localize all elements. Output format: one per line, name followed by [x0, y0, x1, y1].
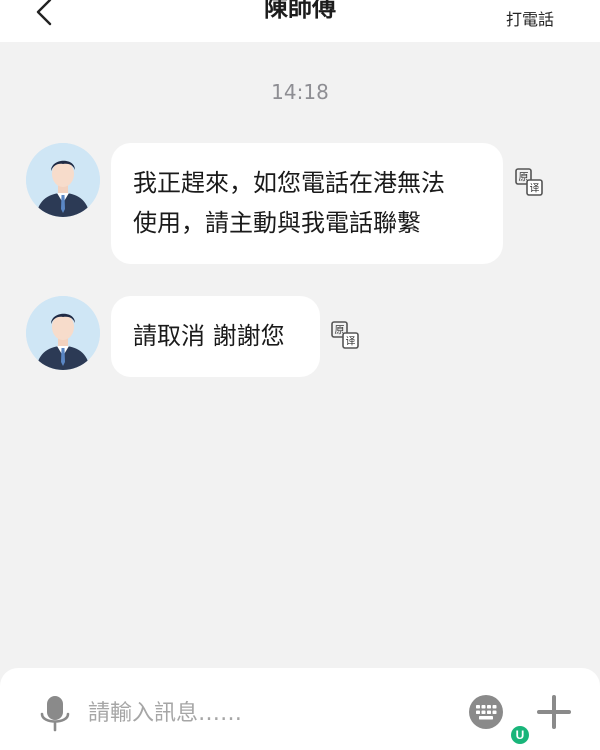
avatar[interactable]	[26, 143, 100, 217]
translate-icon[interactable]: 原 译	[330, 320, 360, 350]
message-timestamp: 14:18	[271, 80, 329, 104]
microphone-icon[interactable]	[38, 694, 72, 734]
message-text: 請取消 謝謝您	[133, 322, 285, 350]
header: 陳師傅 打電話	[0, 0, 600, 42]
translate-icon-label: 原	[519, 172, 529, 184]
avatar[interactable]	[26, 296, 100, 370]
keyboard-icon[interactable]	[468, 694, 504, 730]
driver-avatar-icon	[26, 143, 100, 217]
message-text-line: 使用，請主動與我電話聯繫	[133, 209, 421, 237]
plus-icon[interactable]	[536, 694, 572, 730]
translate-icon-label: 原	[335, 325, 345, 337]
call-button[interactable]: 打電話	[506, 6, 554, 30]
message-bubble[interactable]: 我正趕來，如您電話在港無法 使用，請主動與我電話聯繫	[111, 143, 503, 264]
translate-icon-label: 译	[530, 183, 540, 195]
message-bubble[interactable]: 請取消 謝謝您	[111, 296, 320, 377]
chat-screen: 陳師傅 打電話 14:18 我正趕來，如您電話在港無法 使用，請主動與我電話聯繫	[0, 0, 600, 750]
translate-icon[interactable]: 原 译	[514, 167, 544, 197]
message-text-line: 我正趕來，如您電話在港無法	[133, 169, 445, 197]
message-input[interactable]	[88, 696, 448, 730]
u-badge: U	[511, 726, 529, 744]
input-bar: U	[0, 668, 600, 750]
driver-avatar-icon	[26, 296, 100, 370]
translate-icon-label: 译	[346, 336, 356, 348]
